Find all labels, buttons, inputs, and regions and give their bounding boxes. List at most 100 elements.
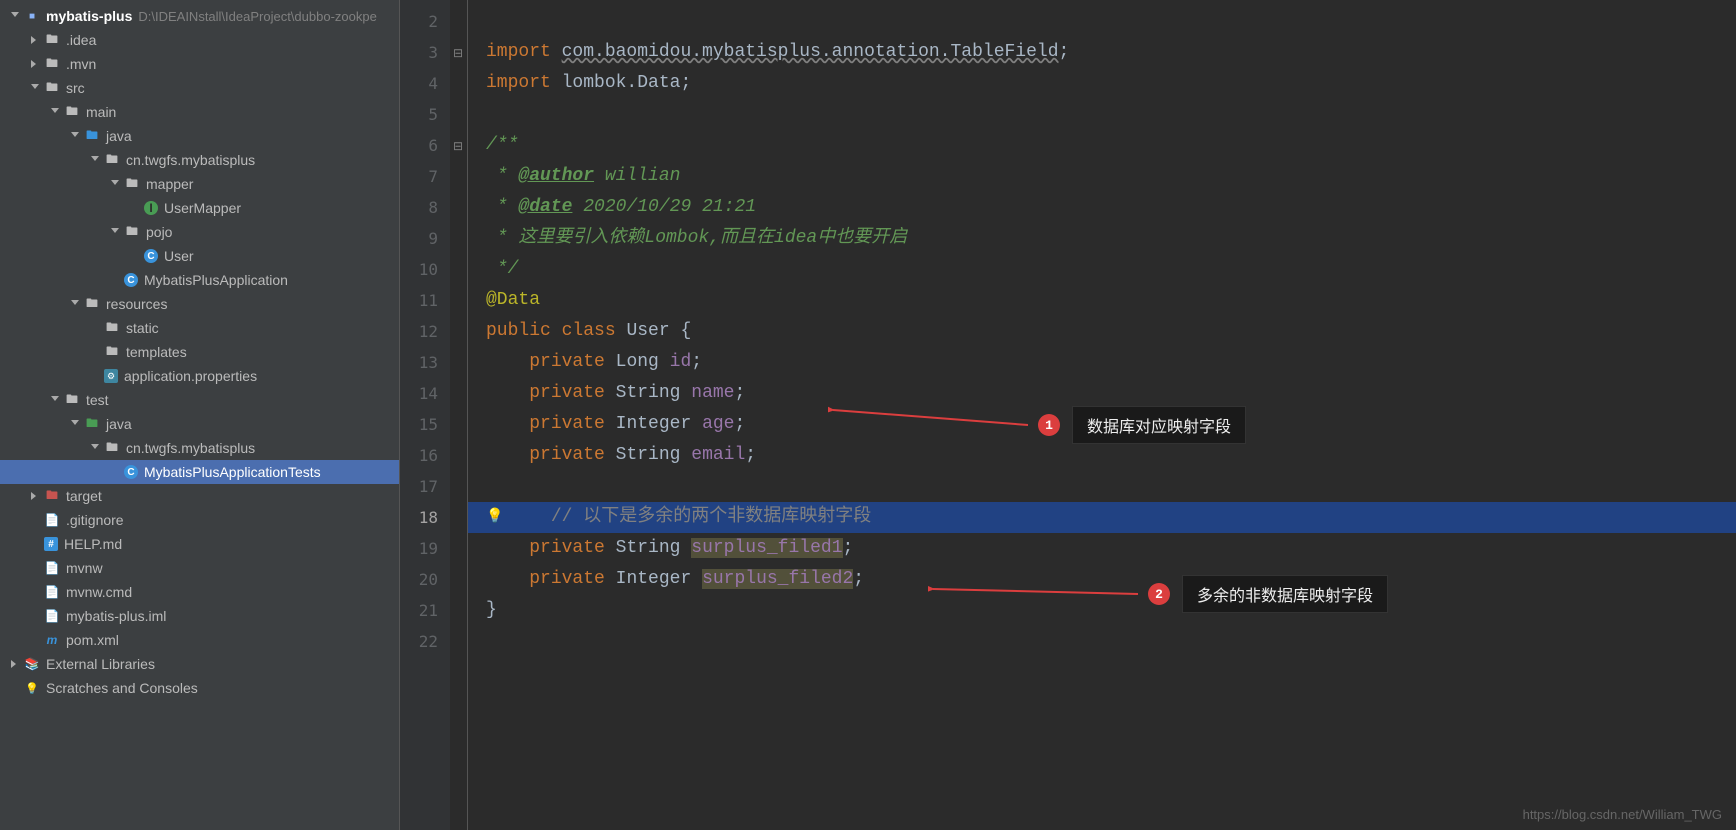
code-line[interactable]: private Long id; — [468, 347, 1736, 378]
line-number[interactable]: 2 — [400, 6, 450, 37]
tree-item-mapper[interactable]: mapper — [0, 172, 399, 196]
code-area[interactable]: 1 数据库对应映射字段 2 多余的非数据库映射字段 import com.bao… — [468, 0, 1736, 830]
fold-none — [450, 192, 466, 223]
tree-item-java[interactable]: java — [0, 412, 399, 436]
tree-item-java[interactable]: java — [0, 124, 399, 148]
bulb-icon[interactable]: 💡 — [486, 502, 503, 533]
code-line[interactable] — [468, 99, 1736, 130]
code-line[interactable]: /** — [468, 130, 1736, 161]
line-number[interactable]: 6 — [400, 130, 450, 161]
tree-item-src[interactable]: src — [0, 76, 399, 100]
line-number[interactable]: 13 — [400, 347, 450, 378]
tree-item-label: java — [106, 128, 132, 144]
tree-item-usermapper[interactable]: UserMapper — [0, 196, 399, 220]
code-line[interactable]: import com.baomidou.mybatisplus.annotati… — [468, 37, 1736, 68]
fold-none — [450, 161, 466, 192]
line-number[interactable]: 3 — [400, 37, 450, 68]
tree-item-external-libraries[interactable]: External Libraries — [0, 652, 399, 676]
fold-minus-icon[interactable] — [450, 130, 466, 161]
tree-item-help-md[interactable]: HELP.md — [0, 532, 399, 556]
code-line[interactable]: */ — [468, 254, 1736, 285]
line-number[interactable]: 5 — [400, 99, 450, 130]
line-number[interactable]: 10 — [400, 254, 450, 285]
line-number[interactable]: 4 — [400, 68, 450, 99]
code-line[interactable] — [468, 471, 1736, 502]
code-line[interactable]: 💡 // 以下是多余的两个非数据库映射字段 — [468, 502, 1736, 533]
tree-item-application-properties[interactable]: application.properties — [0, 364, 399, 388]
tree-item-mybatisplusapplication[interactable]: MybatisPlusApplication — [0, 268, 399, 292]
tree-item-label: cn.twgfs.mybatisplus — [126, 440, 255, 456]
fold-column[interactable] — [450, 0, 468, 830]
chevron-expanded-icon[interactable] — [48, 393, 62, 407]
chevron-collapsed-icon[interactable] — [28, 33, 42, 47]
line-number[interactable]: 12 — [400, 316, 450, 347]
chevron-expanded-icon[interactable] — [28, 81, 42, 95]
code-line[interactable]: public class User { — [468, 316, 1736, 347]
line-number[interactable]: 11 — [400, 285, 450, 316]
lib-icon — [24, 656, 40, 672]
chevron-none-icon — [28, 633, 42, 647]
tree-item-cn-twgfs-mybatisplus[interactable]: cn.twgfs.mybatisplus — [0, 436, 399, 460]
code-line[interactable] — [468, 626, 1736, 657]
chevron-expanded-icon[interactable] — [68, 417, 82, 431]
chevron-expanded-icon[interactable] — [108, 177, 122, 191]
tree-item--gitignore[interactable]: .gitignore — [0, 508, 399, 532]
line-number[interactable]: 21 — [400, 595, 450, 626]
tree-item-test[interactable]: test — [0, 388, 399, 412]
line-number[interactable]: 8 — [400, 192, 450, 223]
line-number[interactable]: 15 — [400, 409, 450, 440]
code-line[interactable] — [468, 6, 1736, 37]
tree-item-label: main — [86, 104, 116, 120]
chevron-expanded-icon[interactable] — [108, 225, 122, 239]
folder-icon — [44, 32, 60, 48]
chevron-collapsed-icon[interactable] — [28, 489, 42, 503]
chevron-expanded-icon[interactable] — [88, 441, 102, 455]
tree-item-pom-xml[interactable]: pom.xml — [0, 628, 399, 652]
tree-item-mybatis-plus[interactable]: mybatis-plusD:\IDEAINstall\IdeaProject\d… — [0, 4, 399, 28]
line-number[interactable]: 18 — [400, 502, 450, 533]
tree-item-templates[interactable]: templates — [0, 340, 399, 364]
tree-item-mybatis-plus-iml[interactable]: mybatis-plus.iml — [0, 604, 399, 628]
chevron-collapsed-icon[interactable] — [8, 657, 22, 671]
code-line[interactable]: import lombok.Data; — [468, 68, 1736, 99]
line-number[interactable]: 19 — [400, 533, 450, 564]
editor[interactable]: 2345678910111213141516171819202122 1 数据库… — [400, 0, 1736, 830]
java-cls-icon — [144, 249, 158, 263]
tree-item-mybatisplusapplicationtests[interactable]: MybatisPlusApplicationTests — [0, 460, 399, 484]
tree-item--mvn[interactable]: .mvn — [0, 52, 399, 76]
tree-item-mvnw-cmd[interactable]: mvnw.cmd — [0, 580, 399, 604]
fold-minus-icon[interactable] — [450, 37, 466, 68]
project-tree[interactable]: mybatis-plusD:\IDEAINstall\IdeaProject\d… — [0, 0, 400, 830]
tree-item-user[interactable]: User — [0, 244, 399, 268]
tree-item-target[interactable]: target — [0, 484, 399, 508]
chevron-expanded-icon[interactable] — [88, 153, 102, 167]
chevron-expanded-icon[interactable] — [48, 105, 62, 119]
tree-item-mvnw[interactable]: mvnw — [0, 556, 399, 580]
tree-item-label: target — [66, 488, 102, 504]
tree-item-scratches-and-consoles[interactable]: Scratches and Consoles — [0, 676, 399, 700]
chevron-expanded-icon[interactable] — [8, 9, 22, 23]
line-number[interactable]: 14 — [400, 378, 450, 409]
line-number[interactable]: 16 — [400, 440, 450, 471]
line-number[interactable]: 9 — [400, 223, 450, 254]
chevron-none-icon — [28, 585, 42, 599]
chevron-expanded-icon[interactable] — [68, 297, 82, 311]
tree-item-static[interactable]: static — [0, 316, 399, 340]
chevron-collapsed-icon[interactable] — [28, 57, 42, 71]
code-line[interactable]: * 这里要引入依赖Lombok,而且在idea中也要开启 — [468, 223, 1736, 254]
tree-item-cn-twgfs-mybatisplus[interactable]: cn.twgfs.mybatisplus — [0, 148, 399, 172]
line-number[interactable]: 22 — [400, 626, 450, 657]
code-line[interactable]: * @author willian — [468, 161, 1736, 192]
code-line[interactable]: private String surplus_filed1; — [468, 533, 1736, 564]
line-number[interactable]: 7 — [400, 161, 450, 192]
tree-item-pojo[interactable]: pojo — [0, 220, 399, 244]
tree-item--idea[interactable]: .idea — [0, 28, 399, 52]
tree-item-main[interactable]: main — [0, 100, 399, 124]
tree-item-label: resources — [106, 296, 167, 312]
code-line[interactable]: * @date 2020/10/29 21:21 — [468, 192, 1736, 223]
chevron-expanded-icon[interactable] — [68, 129, 82, 143]
line-number[interactable]: 17 — [400, 471, 450, 502]
line-number[interactable]: 20 — [400, 564, 450, 595]
code-line[interactable]: @Data — [468, 285, 1736, 316]
tree-item-resources[interactable]: resources — [0, 292, 399, 316]
